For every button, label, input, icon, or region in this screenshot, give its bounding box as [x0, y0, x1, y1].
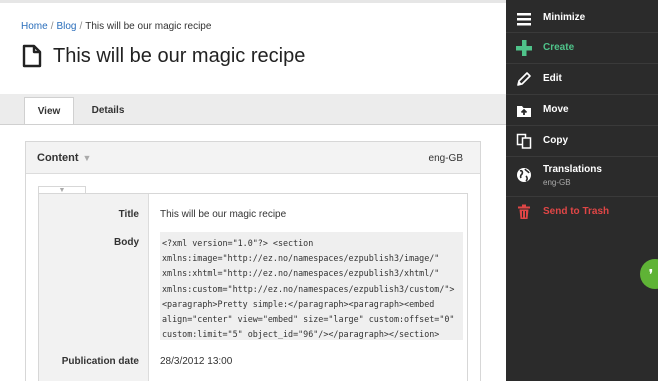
copy-icon [516, 133, 532, 149]
menu-icon [517, 13, 531, 26]
sidebar-item-edit[interactable]: Edit [506, 69, 658, 89]
breadcrumb-blog-link[interactable]: Blog [56, 21, 76, 32]
breadcrumb: Home / Blog / This will be our magic recipe [21, 21, 211, 32]
sidebar-label: Edit [543, 73, 562, 84]
sidebar-divider [506, 125, 658, 126]
tabs-divider [0, 124, 506, 125]
page-title: This will be our magic recipe [53, 44, 306, 67]
sidebar-label: Send to Trash [543, 206, 610, 217]
top-border [0, 0, 506, 3]
sidebar-divider [506, 196, 658, 197]
sidebar-label: Translations [543, 164, 602, 175]
sidebar-item-minimize[interactable]: Minimize [506, 8, 658, 28]
title-value: This will be our magic recipe [160, 209, 287, 220]
content-panel-header[interactable]: Content ▼ eng-GB [26, 142, 480, 174]
sidebar-label: Create [543, 42, 575, 53]
translations-language: eng-GB [543, 178, 571, 187]
sidebar-label: Minimize [543, 12, 586, 23]
move-folder-icon [517, 106, 531, 117]
sidebar-item-copy[interactable]: Copy [506, 131, 658, 151]
sidebar-item-translations[interactable]: Translations eng-GB [506, 161, 658, 191]
trash-icon [518, 204, 530, 219]
sidebar-label: Copy [543, 135, 568, 146]
sidebar-divider [506, 94, 658, 95]
plus-icon [516, 40, 532, 56]
body-label: Body [114, 237, 139, 248]
publication-date-value: 28/3/2012 13:00 [160, 356, 233, 367]
sidebar-label: Move [543, 104, 569, 115]
sidebar-item-move[interactable]: Move [506, 100, 658, 120]
document-icon [22, 44, 42, 68]
tab-details[interactable]: Details [82, 97, 134, 124]
content-panel-title-text: Content [37, 152, 79, 164]
title-label: Title [118, 209, 139, 220]
attributes-label-column [39, 194, 149, 381]
body-value: <?xml version="1.0"?> <section xmlns:ima… [160, 232, 463, 340]
sidebar-divider [506, 32, 658, 33]
tab-view[interactable]: View [24, 97, 74, 124]
sidebar-divider [506, 63, 658, 64]
pencil-icon [517, 72, 531, 86]
breadcrumb-home-link[interactable]: Home [21, 21, 48, 32]
tabs-bar [0, 94, 506, 124]
breadcrumb-separator: / [50, 21, 54, 32]
breadcrumb-separator: / [79, 21, 83, 32]
main-content: Home / Blog / This will be our magic recipe … [0, 0, 506, 381]
publication-date-label: Publication date [61, 356, 139, 367]
chat-icon: ❜ [649, 267, 653, 281]
sidebar-item-create[interactable]: Create [506, 38, 658, 58]
globe-icon [517, 168, 531, 182]
breadcrumb-current: This will be our magic recipe [85, 21, 212, 32]
attributes-table: Title This will be our magic recipe Body… [38, 193, 468, 381]
content-panel-title[interactable]: Content ▼ [37, 152, 91, 164]
sidebar-item-send-to-trash[interactable]: Send to Trash [506, 202, 658, 222]
content-panel: Content ▼ eng-GB ▼ Title This will be our… [25, 141, 481, 381]
action-sidebar: Minimize Create Edit Move Copy Translati… [506, 0, 658, 381]
caret-down-icon[interactable]: ▼ [83, 153, 92, 163]
sidebar-divider [506, 156, 658, 157]
page-header: This will be our magic recipe [21, 44, 305, 68]
content-language: eng-GB [428, 153, 463, 164]
